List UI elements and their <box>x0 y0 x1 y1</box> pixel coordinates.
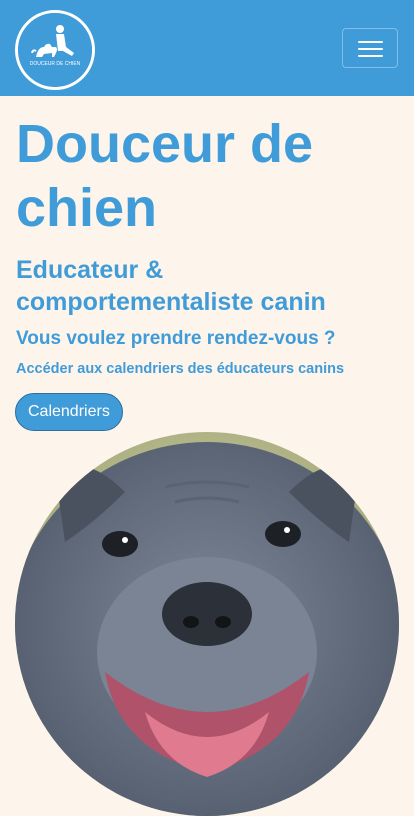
dog-and-person-icon: DOUCEUR DE CHIEN <box>18 13 92 87</box>
navbar: DOUCEUR DE CHIEN <box>0 0 414 96</box>
hamburger-menu-icon <box>358 41 383 43</box>
calendars-button[interactable]: Calendriers <box>15 393 123 431</box>
brand-logo[interactable]: DOUCEUR DE CHIEN <box>15 10 95 90</box>
dog-illustration <box>15 432 399 816</box>
page-subtitle: Educateur & comportementaliste canin <box>16 256 326 316</box>
hamburger-line <box>358 48 383 50</box>
appointment-question: Vous voulez prendre rendez-vous ? <box>16 328 336 349</box>
logo-text: DOUCEUR DE CHIEN <box>30 61 81 67</box>
page-title: Douceur de chien <box>16 114 314 238</box>
menu-toggle-button[interactable] <box>342 28 398 68</box>
dog-photo <box>15 432 399 816</box>
hamburger-line <box>358 55 383 57</box>
calendar-access-text: Accéder aux calendriers des éducateurs c… <box>16 361 345 377</box>
